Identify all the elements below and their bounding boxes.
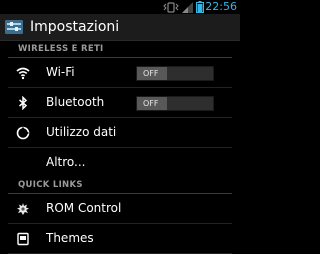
settings-item-themes[interactable]: Themes [8, 224, 232, 254]
section-header-quick-links: QUICK LINKS [8, 177, 232, 194]
wifi-toggle[interactable]: OFF [136, 66, 214, 81]
rom-control-icon [17, 203, 29, 215]
section-header-wireless: WIRELESS E RETI [8, 41, 232, 58]
settings-item-label: Utilizzo dati [46, 125, 117, 139]
data-usage-icon [16, 126, 30, 140]
settings-item-data-usage[interactable]: Utilizzo dati [8, 118, 232, 148]
toggle-knob: OFF [137, 97, 167, 110]
settings-item-wifi[interactable]: Wi-Fi OFF [8, 58, 232, 88]
wifi-icon [16, 67, 30, 80]
themes-icon [17, 232, 29, 246]
section-header-label: WIRELESS E RETI [18, 44, 104, 54]
toggle-state: OFF [143, 99, 159, 108]
settings-item-label: Themes [46, 231, 94, 245]
page-title: Impostazioni [30, 19, 120, 35]
section-header-label: QUICK LINKS [18, 180, 83, 190]
status-time: 22:56 [205, 0, 237, 13]
status-icons [163, 0, 204, 14]
bluetooth-icon [19, 96, 28, 110]
action-bar: Impostazioni [0, 14, 240, 41]
battery-icon [196, 1, 204, 13]
settings-item-rom-control[interactable]: ROM Control [8, 194, 232, 224]
settings-list: WIRELESS E RETI Wi-Fi OFF Bluetooth OFF [0, 41, 240, 254]
settings-item-label: Bluetooth [46, 95, 105, 109]
toggle-state: OFF [143, 69, 159, 78]
toggle-knob: OFF [137, 67, 167, 80]
mobile-signal-icon [182, 1, 193, 13]
vibrate-icon [163, 1, 179, 13]
status-bar: 22:56 [0, 0, 240, 14]
settings-icon[interactable] [4, 19, 24, 35]
settings-item-more[interactable]: Altro... [8, 148, 232, 177]
settings-item-label: Altro... [46, 155, 86, 169]
settings-item-bluetooth[interactable]: Bluetooth OFF [8, 88, 232, 118]
settings-item-label: ROM Control [46, 201, 122, 215]
settings-item-label: Wi-Fi [46, 65, 75, 79]
bluetooth-toggle[interactable]: OFF [136, 96, 214, 111]
